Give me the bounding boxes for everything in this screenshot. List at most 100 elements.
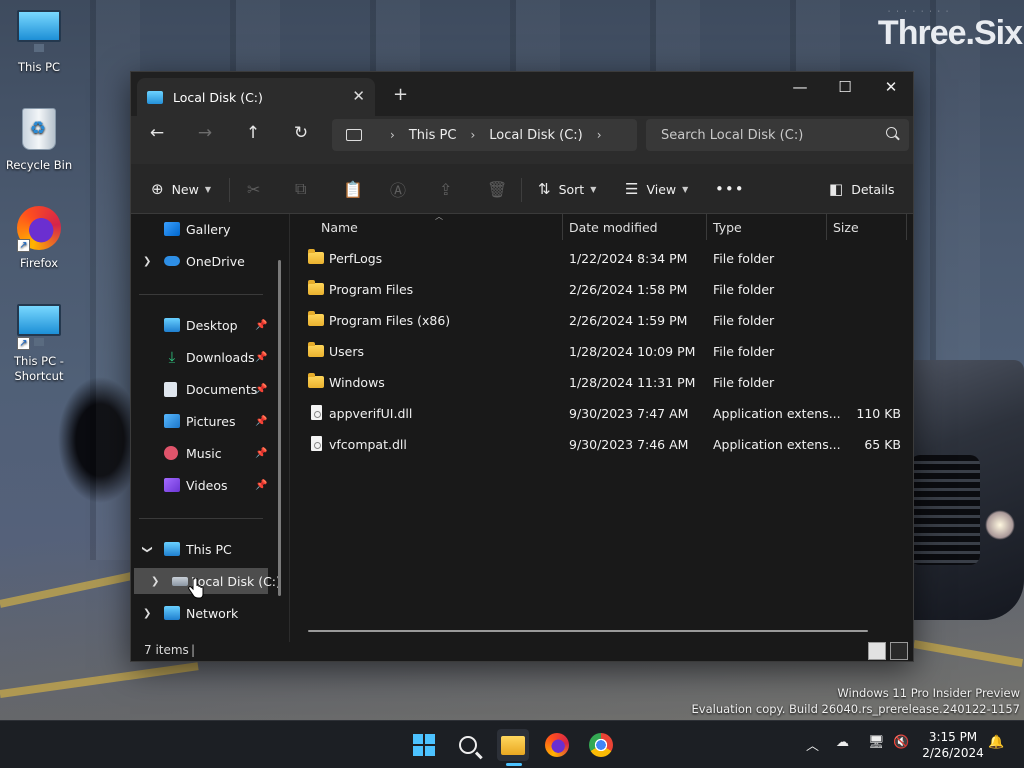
table-row[interactable]: appverifUI.dll 9/30/2023 7:47 AM Applicati… [308,401,908,427]
pin-icon[interactable]: 📌 [255,416,267,427]
tab-local-disk[interactable]: Local Disk (C:) ✕ [137,78,375,116]
column-header-type[interactable]: Type [713,214,742,240]
address-bar[interactable]: › This PC › Local Disk (C:) › [332,119,637,151]
file-date: 1/28/2024 11:31 PM [569,375,696,390]
sort-label: Sort [558,181,585,197]
chevron-right-icon[interactable]: ❯ [143,256,151,267]
network-tray-icon[interactable]: 🖥 [868,735,885,750]
sidebar-item-onedrive[interactable]: ❯ OneDrive [131,248,281,274]
item-count: 7 items [144,643,189,657]
new-tab-button[interactable]: + [393,84,408,105]
view-button[interactable]: ☰ View ▼ [625,176,688,202]
table-row[interactable]: Program Files 2/26/2024 1:58 PM File folde… [308,277,908,303]
table-row[interactable]: PerfLogs 1/22/2024 8:34 PM File folder [308,246,908,272]
monitor-icon [17,10,61,54]
search-button[interactable] [452,729,484,761]
chevron-right-icon[interactable]: ❯ [143,608,151,619]
active-indicator [506,763,522,766]
column-header-date[interactable]: Date modified [569,214,658,240]
search-input[interactable]: Search Local Disk (C:) [646,119,909,151]
pin-icon[interactable]: 📌 [255,480,267,491]
desktop-icon-this-pc[interactable]: This PC [4,10,74,74]
table-row[interactable]: Users 1/28/2024 10:09 PM File folder [308,339,908,365]
sidebar-item-network[interactable]: ❯ Network [131,600,281,626]
rename-icon[interactable]: Ⓐ [390,176,406,202]
sort-button[interactable]: ⇅ Sort ▼ [538,176,596,202]
chevron-down-icon[interactable]: ❯ [142,545,153,553]
taskbar-file-explorer[interactable] [497,729,529,761]
download-icon: ⤓ [168,348,176,366]
taskbar: ︿ ☁ 🖥 🔇 3:15 PM 2/26/2024 🔔 [0,720,1024,768]
volume-muted-icon[interactable]: 🔇 [893,735,909,750]
sidebar-item-videos[interactable]: Videos 📌 [131,472,281,498]
column-header-name[interactable]: Name [321,214,358,240]
pin-icon[interactable]: 📌 [255,448,267,459]
back-button[interactable]: ← [143,119,171,147]
sidebar-item-this-pc[interactable]: ❯ This PC [131,536,281,562]
close-button[interactable]: ✕ [868,72,914,102]
sidebar-item-gallery[interactable]: Gallery [131,216,281,242]
gallery-icon [164,222,180,236]
sidebar-item-music[interactable]: Music 📌 [131,440,281,466]
maximize-button[interactable]: ☐ [822,72,868,102]
close-tab-icon[interactable]: ✕ [352,87,365,105]
refresh-button[interactable]: ↻ [287,119,315,147]
start-button[interactable] [408,729,440,761]
details-button[interactable]: ◧ Details [829,176,895,202]
tiles-view-button[interactable] [890,642,908,660]
show-hidden-icons-button[interactable]: ︿ [806,735,819,754]
file-date: 2/26/2024 1:58 PM [569,282,688,297]
desktop-icon-recycle-bin[interactable]: Recycle Bin [4,108,74,172]
pin-icon[interactable]: 📌 [255,384,267,395]
table-row[interactable]: Program Files (x86) 2/26/2024 1:59 PM File… [308,308,908,334]
sidebar-item-desktop[interactable]: Desktop 📌 [131,312,281,338]
sidebar-item-documents[interactable]: Documents 📌 [131,376,281,402]
forward-button[interactable]: → [191,119,219,147]
taskbar-chrome[interactable] [585,729,617,761]
pin-icon[interactable]: 📌 [255,352,267,363]
more-options-button[interactable]: ••• [715,176,745,202]
delete-icon[interactable]: 🗑 [487,176,507,202]
dll-file-icon [311,405,322,420]
column-header-size[interactable]: Size [833,214,859,240]
sidebar-item-downloads[interactable]: ⤓ Downloads 📌 [131,344,281,370]
clock-date: 2/26/2024 [922,746,984,760]
table-row[interactable]: vfcompat.dll 9/30/2023 7:46 AM Application… [308,432,908,458]
sidebar-scrollbar[interactable] [278,260,281,596]
chevron-right-icon[interactable]: ❯ [151,576,159,587]
file-date: 9/30/2023 7:46 AM [569,437,689,452]
copy-icon[interactable]: ⧉ [295,176,306,202]
title-bar[interactable]: Local Disk (C:) ✕ + — ☐ ✕ [131,72,913,116]
paste-icon[interactable]: 📋 [343,176,363,202]
notification-bell-icon[interactable]: 🔔 [988,735,1004,750]
onedrive-tray-icon[interactable]: ☁ [836,735,849,750]
chevron-right-icon[interactable]: › [597,128,602,142]
cut-icon[interactable]: ✂ [247,176,260,202]
folder-icon [308,311,324,326]
clock[interactable]: 3:15 PM 2/26/2024 [918,729,988,761]
breadcrumb-local-disk[interactable]: Local Disk (C:) [489,128,582,143]
file-size: 110 KB [856,406,901,421]
new-button[interactable]: ⊕ New ▼ [151,176,211,202]
table-row[interactable]: Windows 1/28/2024 11:31 PM File folder [308,370,908,396]
pin-icon[interactable]: 📌 [255,320,267,331]
sidebar-item-label: This PC [186,541,232,557]
taskbar-firefox[interactable] [541,729,573,761]
details-view-button[interactable] [868,642,886,660]
chevron-right-icon[interactable]: › [470,128,475,142]
up-button[interactable]: ↑ [239,119,267,147]
file-type: File folder [713,282,775,297]
desktop-icon-firefox[interactable]: ↗ Firefox [4,206,74,270]
file-type: Application extens... [713,406,841,421]
minimize-button[interactable]: — [777,72,823,102]
breadcrumb-this-pc[interactable]: This PC [409,128,457,143]
sidebar-item-label: Network [186,605,239,621]
folder-icon [308,373,324,388]
sidebar-item-pictures[interactable]: Pictures 📌 [131,408,281,434]
file-name: Windows [329,375,385,390]
desktop-icon-this-pc-shortcut[interactable]: ↗ This PC - Shortcut [4,304,74,384]
share-icon[interactable]: ⇪ [439,176,452,202]
details-label: Details [851,181,895,197]
chevron-right-icon[interactable]: › [390,128,395,142]
horizontal-scrollbar[interactable] [308,630,868,632]
